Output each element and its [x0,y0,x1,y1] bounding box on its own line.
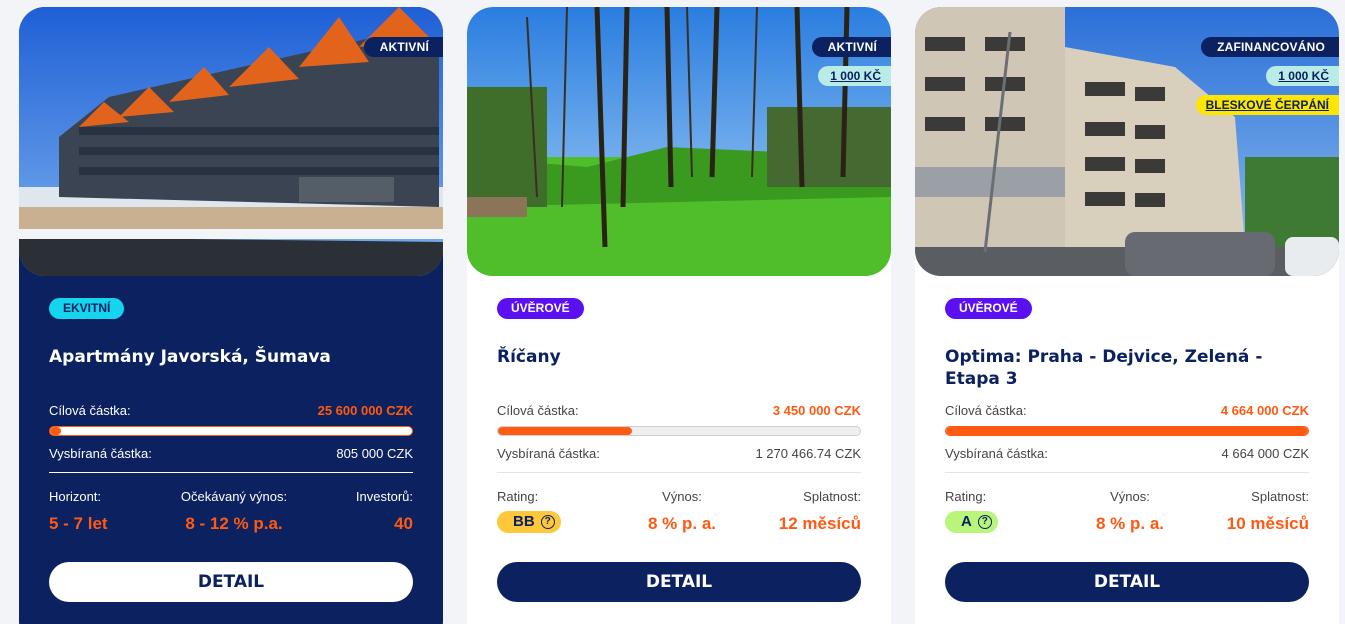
target-amount-label: Cílová částka: [945,403,1027,418]
funding-progress-fill [498,427,632,435]
expected-yield-value: 8 - 12 % p.a. [185,514,283,533]
rating-label: Rating: [497,489,539,504]
rating-badge[interactable]: A ? [945,511,998,533]
divider [49,472,413,473]
target-amount-label: Cílová částka: [497,403,579,418]
status-badge: AKTIVNÍ [363,37,443,57]
investors-value: 40 [394,514,413,533]
target-amount-value: 3 450 000 CZK [772,403,861,418]
min-investment-badge[interactable]: 1 000 KČ [818,66,891,86]
project-type-badge: ÚVĚROVÉ [497,298,584,319]
horizon-value: 5 - 7 let [49,514,108,533]
funding-progress-bar [945,426,1309,436]
yield-label: Výnos: [1110,489,1150,504]
project-card-javorska[interactable]: AKTIVNÍ EKVITNÍ Apartmány Javorská, Šuma… [19,7,443,624]
yield-value: 8 % p. a. [647,514,717,533]
detail-button[interactable]: DETAIL [49,562,413,602]
raised-amount-value: 1 270 466.74 CZK [755,446,861,461]
project-title[interactable]: Apartmány Javorská, Šumava [49,346,389,368]
project-title[interactable]: Optima: Praha - Dejvice, Zelená - Etapa … [945,346,1285,390]
maturity-label: Splatnost: [1251,489,1309,504]
divider [497,472,861,473]
min-investment-badge[interactable]: 1 000 KČ [1266,66,1339,86]
detail-button[interactable]: DETAIL [945,562,1309,602]
project-card-ricany[interactable]: AKTIVNÍ 1 000 KČ ÚVĚROVÉ Říčany Cílová č… [467,7,891,624]
status-badge: AKTIVNÍ [811,37,891,57]
project-card-optima[interactable]: ZAFINANCOVÁNO 1 000 KČ BLESKOVÉ ČERPÁNÍ … [915,7,1339,624]
raised-amount-value: 805 000 CZK [336,446,413,461]
raised-amount-label: Vysbíraná částka: [49,446,152,461]
funding-progress-bar [497,426,861,436]
expected-yield-label: Očekávaný výnos: [180,489,288,504]
project-photo[interactable]: ZAFINANCOVÁNO 1 000 KČ BLESKOVÉ ČERPÁNÍ [915,7,1339,276]
project-photo[interactable]: AKTIVNÍ 1 000 KČ [467,7,891,276]
investors-label: Investorů: [355,489,413,504]
yield-value: 8 % p. a. [1095,514,1165,533]
rating-label: Rating: [945,489,987,504]
project-type-badge: ÚVĚROVÉ [945,298,1032,319]
rating-badge[interactable]: BB ? [497,511,561,533]
status-badge: ZAFINANCOVÁNO [1201,37,1339,57]
maturity-value: 12 měsíců [778,514,861,533]
project-photo[interactable]: AKTIVNÍ [19,7,443,276]
project-type-badge: EKVITNÍ [49,298,125,319]
target-amount-value: 25 600 000 CZK [317,403,413,418]
yield-label: Výnos: [662,489,702,504]
rating-value: BB [513,513,535,530]
question-circle-icon[interactable]: ? [540,515,555,529]
question-circle-icon[interactable]: ? [977,515,992,529]
project-title[interactable]: Říčany [497,346,837,368]
maturity-value: 10 měsíců [1226,514,1309,533]
rating-value: A [961,513,972,530]
project-cards-grid: AKTIVNÍ EKVITNÍ Apartmány Javorská, Šuma… [0,0,1345,624]
flash-drawdown-badge[interactable]: BLESKOVÉ ČERPÁNÍ [1195,95,1339,115]
detail-button[interactable]: DETAIL [497,562,861,602]
funding-progress-fill [946,427,1308,435]
raised-amount-label: Vysbíraná částka: [497,446,600,461]
raised-amount-label: Vysbíraná částka: [945,446,1048,461]
horizon-label: Horizont: [49,489,102,504]
target-amount-value: 4 664 000 CZK [1220,403,1309,418]
raised-amount-value: 4 664 000 CZK [1221,446,1309,461]
funding-progress-fill [50,427,61,435]
divider [945,472,1309,473]
funding-progress-bar [49,426,413,436]
maturity-label: Splatnost: [803,489,861,504]
target-amount-label: Cílová částka: [49,403,131,418]
